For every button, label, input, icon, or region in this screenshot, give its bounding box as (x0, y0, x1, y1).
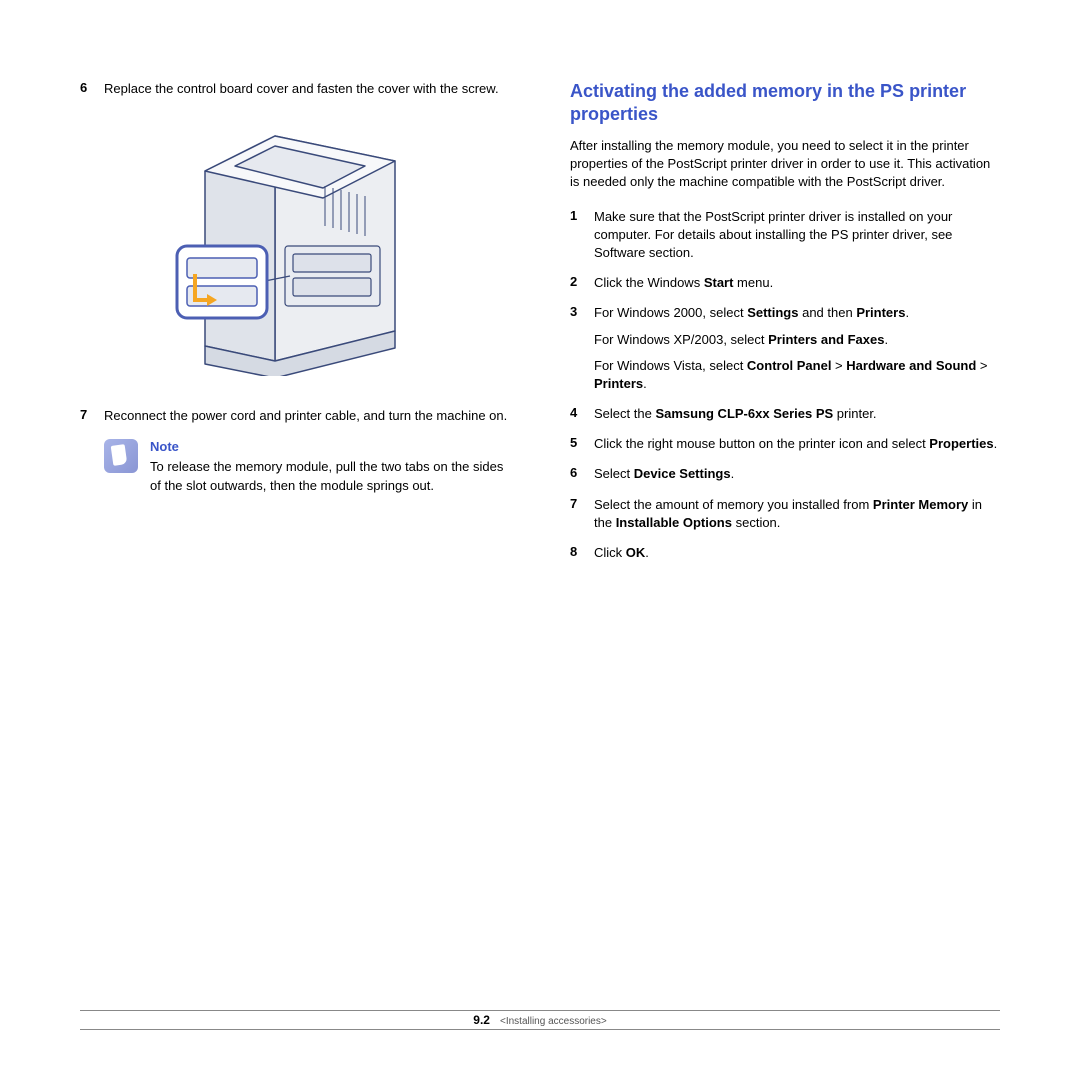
step-number: 7 (80, 407, 104, 425)
note-content: Note To release the memory module, pull … (150, 439, 510, 494)
step-number: 7 (570, 496, 594, 532)
step-text: Click the Windows Start menu. (594, 274, 1000, 292)
step-number: 1 (570, 208, 594, 263)
step-number: 5 (570, 435, 594, 453)
note-title: Note (150, 439, 510, 454)
step-number: 8 (570, 544, 594, 562)
printer-illustration (80, 116, 510, 379)
right-column: Activating the added memory in the PS pr… (570, 80, 1000, 574)
step-text: Select the amount of memory you installe… (594, 496, 1000, 532)
ps-step-4: 4 Select the Samsung CLP-6xx Series PS p… (570, 405, 1000, 423)
ps-step-1: 1 Make sure that the PostScript printer … (570, 208, 1000, 263)
step-number: 2 (570, 274, 594, 292)
note-icon (104, 439, 138, 473)
step-number: 4 (570, 405, 594, 423)
step-text: Replace the control board cover and fast… (104, 80, 510, 98)
step-text: Make sure that the PostScript printer dr… (594, 208, 1000, 263)
ps-step-8: 8 Click OK. (570, 544, 1000, 562)
note-text: To release the memory module, pull the t… (150, 458, 510, 494)
section-intro: After installing the memory module, you … (570, 137, 1000, 192)
step-text: Click the right mouse button on the prin… (594, 435, 1000, 453)
page-number: 9.2 (473, 1013, 490, 1027)
step-text: Select the Samsung CLP-6xx Series PS pri… (594, 405, 1000, 423)
ps-step-3: 3 For Windows 2000, select Settings and … (570, 304, 1000, 393)
step-text: Reconnect the power cord and printer cab… (104, 407, 510, 425)
left-column: 6 Replace the control board cover and fa… (80, 80, 510, 574)
ps-step-6: 6 Select Device Settings. (570, 465, 1000, 483)
page-footer: 9.2 <Installing accessories> (80, 1010, 1000, 1030)
ps-step-2: 2 Click the Windows Start menu. (570, 274, 1000, 292)
printer-rear-icon (165, 116, 425, 376)
memory-slot-callout (177, 246, 267, 318)
step-6: 6 Replace the control board cover and fa… (80, 80, 510, 98)
step-text: Select Device Settings. (594, 465, 1000, 483)
step-number: 3 (570, 304, 594, 393)
ps-step-5: 5 Click the right mouse button on the pr… (570, 435, 1000, 453)
step-number: 6 (570, 465, 594, 483)
ps-step-7: 7 Select the amount of memory you instal… (570, 496, 1000, 532)
step-number: 6 (80, 80, 104, 98)
step-text: For Windows 2000, select Settings and th… (594, 304, 1000, 393)
section-heading: Activating the added memory in the PS pr… (570, 80, 1000, 125)
step-7: 7 Reconnect the power cord and printer c… (80, 407, 510, 425)
step-text: Click OK. (594, 544, 1000, 562)
note-block: Note To release the memory module, pull … (104, 439, 510, 494)
breadcrumb: <Installing accessories> (500, 1016, 607, 1027)
